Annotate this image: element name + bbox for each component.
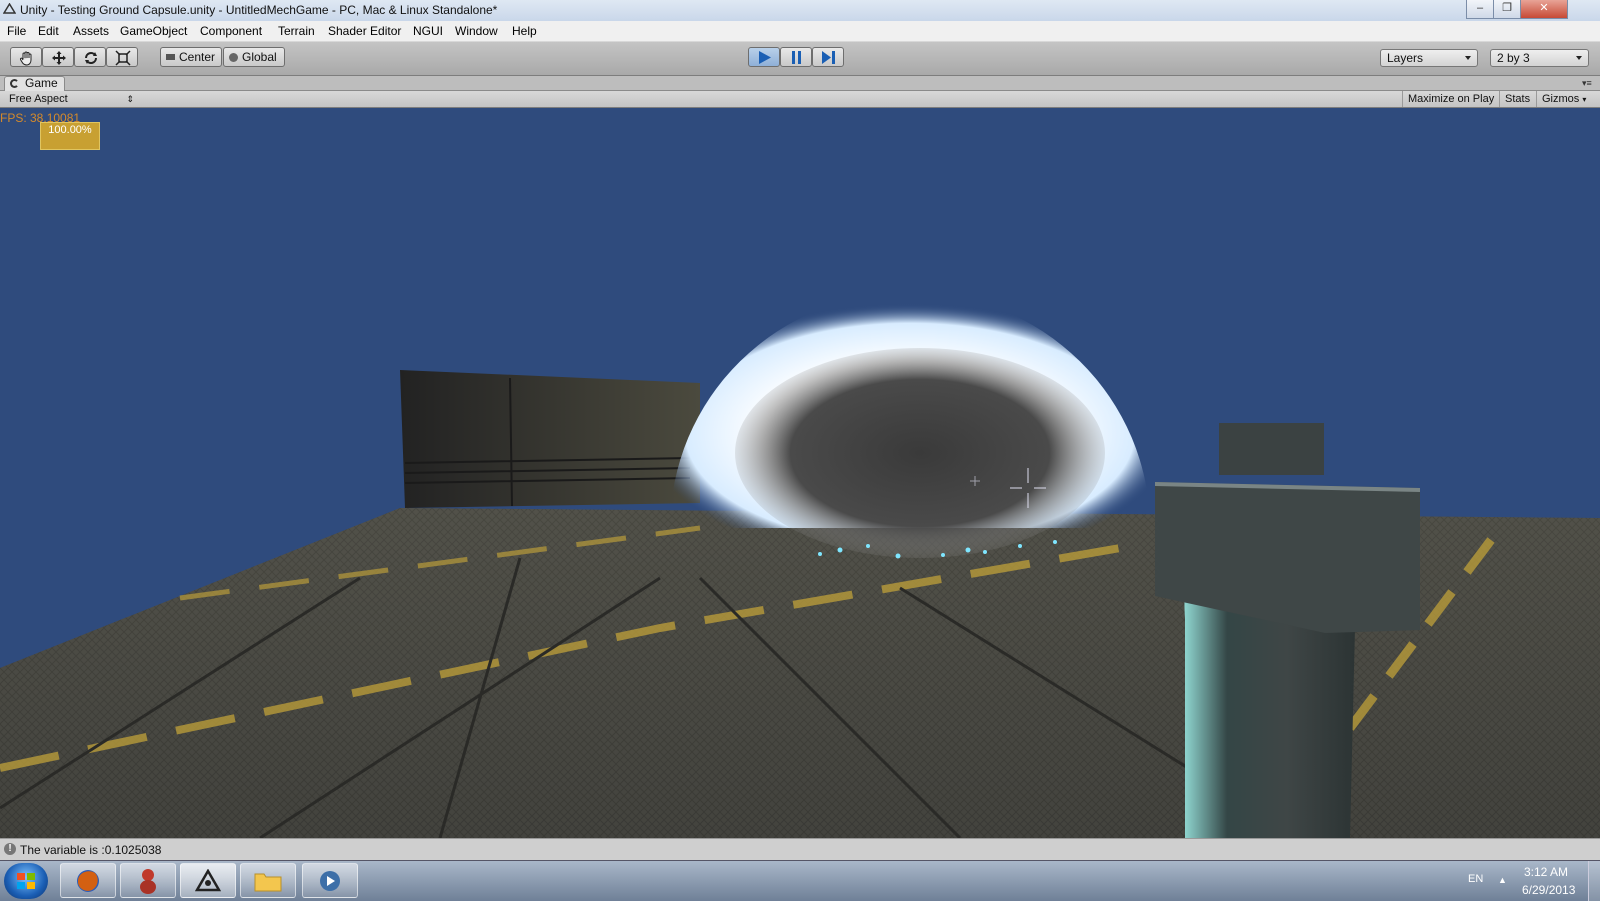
pivot-global-button[interactable]: Global [223,47,285,67]
taskbar-pidgin[interactable] [120,863,176,898]
maximize-button[interactable]: ❐ [1493,0,1521,19]
layout-label: 2 by 3 [1497,51,1530,65]
gizmos-dropdown[interactable]: Gizmos ▾ [1536,91,1599,107]
tab-game-label: Game [25,76,58,90]
menu-ngui[interactable]: NGUI [413,24,443,38]
step-button[interactable] [812,47,844,67]
pivot-global-label: Global [242,50,277,64]
unity-icon [195,869,221,892]
clock-time[interactable]: 3:12 AM [1524,865,1568,879]
menu-bar: File Edit Assets GameObject Component Te… [0,21,1600,42]
pivot-center-label: Center [179,50,216,64]
tab-game[interactable]: Game [4,76,65,91]
pause-icon [792,51,801,64]
play-icon [759,51,771,64]
maximize-on-play-toggle[interactable]: Maximize on Play [1402,91,1499,107]
clock-date[interactable]: 6/29/2013 [1522,883,1575,897]
game-view-bar: Free Aspect ⇕ Maximize on Play Stats Giz… [0,91,1600,108]
layers-label: Layers [1387,51,1424,65]
rotate-icon [85,52,97,64]
menu-gameobject[interactable]: GameObject [120,24,187,38]
step-icon [822,51,835,64]
hand-tool-button[interactable] [10,47,42,67]
pidgin-icon [140,869,156,894]
taskbar-firefox[interactable] [60,863,116,898]
stats-toggle[interactable]: Stats [1499,91,1535,107]
pause-button[interactable] [780,47,812,67]
menu-help[interactable]: Help [512,24,537,38]
window-title: Unity - Testing Ground Capsule.unity - U… [20,3,498,17]
title-bar: Unity - Testing Ground Capsule.unity - U… [0,0,1600,22]
windows-logo-icon [17,873,35,889]
language-indicator[interactable]: EN [1468,873,1483,885]
move-tool-button[interactable] [42,47,74,67]
taskbar-unity[interactable] [180,863,236,898]
rotate-tool-button[interactable] [74,47,106,67]
chevron-down-icon: ▾ [1582,95,1587,104]
unity-logo-icon [2,2,17,16]
play-button[interactable] [748,47,780,67]
menu-assets[interactable]: Assets [73,24,109,38]
chevron-down-icon [1576,56,1582,60]
gizmos-label: Gizmos [1542,93,1580,105]
tab-menu-icon[interactable]: ▾≡ [1582,78,1592,89]
pivot-center-button[interactable]: Center [160,47,222,67]
taskbar: EN ▲ 3:12 AM 6/29/2013 [0,860,1600,901]
menu-file[interactable]: File [7,24,26,38]
taskbar-explorer[interactable] [240,863,296,898]
folder-icon [254,873,282,892]
move-icon [52,51,66,65]
close-button[interactable]: ✕ [1520,0,1568,19]
chevron-updown-icon: ⇕ [126,94,134,104]
layout-dropdown[interactable]: 2 by 3 [1490,49,1589,67]
layers-dropdown[interactable]: Layers [1380,49,1478,67]
scale-icon [115,50,131,66]
game-viewport[interactable]: FPS: 38.10081 100.00% [0,108,1600,838]
aspect-label: Free Aspect [9,93,68,105]
menu-window[interactable]: Window [455,24,498,38]
menu-edit[interactable]: Edit [38,24,59,38]
hand-icon [19,51,32,66]
tab-bar: Game ▾≡ [0,76,1600,91]
pivot-icon [166,54,175,60]
globe-icon [229,53,238,62]
aspect-dropdown[interactable]: Free Aspect ⇕ [4,91,138,107]
tray-expand-icon[interactable]: ▲ [1498,875,1507,885]
zoom-indicator: 100.00% [40,122,100,150]
game-icon [10,79,19,88]
minimize-button[interactable]: – [1466,0,1494,19]
menu-terrain[interactable]: Terrain [278,24,315,38]
start-button[interactable] [4,863,48,899]
scale-tool-button[interactable] [106,47,138,67]
menu-shader-editor[interactable]: Shader Editor [328,24,401,38]
firefox-icon [77,870,99,892]
show-desktop-button[interactable] [1588,861,1600,901]
info-icon: ! [4,843,16,855]
chevron-down-icon [1465,56,1471,60]
status-bar[interactable]: ! The variable is :0.1025038 [0,838,1600,861]
media-icon [320,871,340,891]
game-scene [0,292,1600,838]
menu-component[interactable]: Component [200,24,262,38]
taskbar-media[interactable] [302,863,358,898]
console-message: The variable is :0.1025038 [20,843,162,857]
toolbar: Center Global Layers 2 by 3 [0,42,1600,76]
